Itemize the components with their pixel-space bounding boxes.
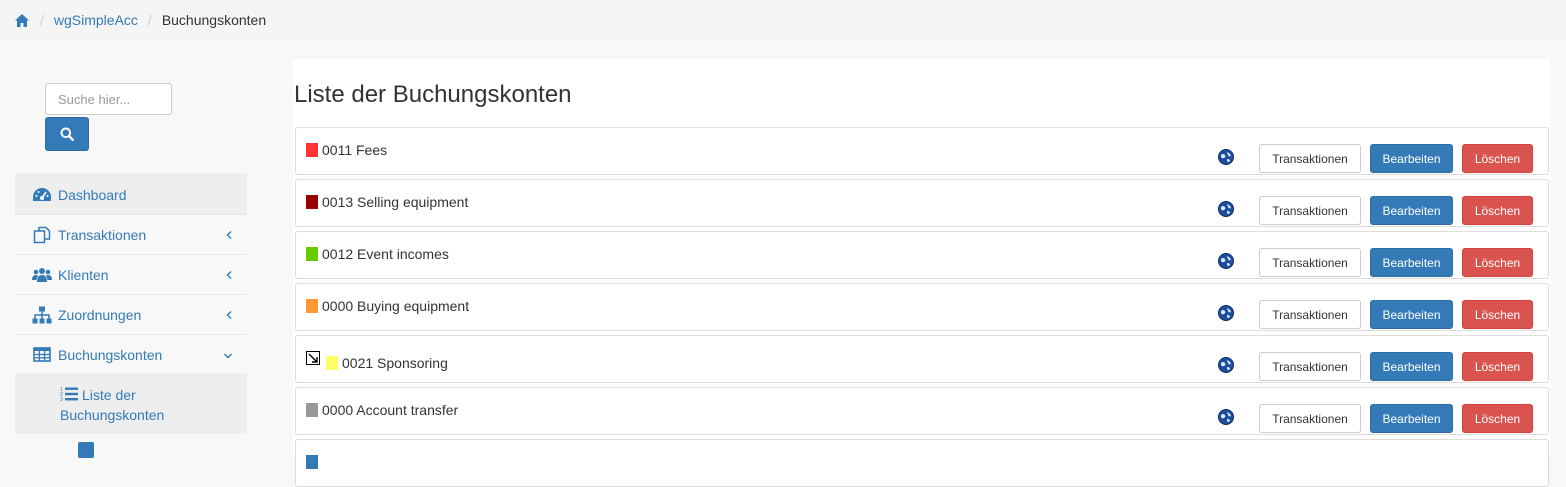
account-color-swatch (306, 195, 318, 209)
plus-square-icon (78, 442, 94, 461)
sidebar-item-zuordnungen[interactable]: Zuordnungen (15, 294, 247, 334)
account-color-swatch (306, 455, 318, 469)
globe-icon[interactable] (1218, 201, 1234, 217)
resize-icon[interactable] (306, 351, 320, 365)
search-icon (60, 127, 74, 141)
svg-text:3: 3 (60, 397, 63, 402)
sidebar-item-dashboard[interactable]: Dashboard (15, 174, 247, 214)
delete-button[interactable]: Löschen (1462, 248, 1533, 277)
sidebar-subitem-partial[interactable] (15, 434, 247, 458)
chevron-down-icon (223, 347, 233, 363)
account-name: 0012 Event incomes (322, 246, 449, 262)
page-title: Liste der Buchungskonten (294, 81, 572, 108)
search-input[interactable] (45, 83, 172, 115)
sidebar-item-label: Transaktionen (58, 226, 147, 243)
account-row (295, 439, 1549, 487)
sidebar-item-label: Dashboard (58, 186, 127, 203)
account-row: 0013 Selling equipment Transaktionen Bea… (295, 179, 1549, 227)
sidebar-nav: Dashboard Transaktionen Klienten Zuordnu… (15, 174, 247, 458)
transactions-button[interactable]: Transaktionen (1259, 404, 1361, 433)
account-name: 0000 Buying equipment (322, 298, 470, 314)
account-row: 0011 Fees Transaktionen Bearbeiten Lösch… (295, 127, 1549, 175)
transactions-button[interactable]: Transaktionen (1259, 352, 1361, 381)
breadcrumb: / wgSimpleAcc / Buchungskonten (0, 0, 1566, 40)
breadcrumb-separator: / (40, 12, 44, 28)
sidebar: Dashboard Transaktionen Klienten Zuordnu… (0, 40, 262, 458)
globe-icon[interactable] (1218, 149, 1234, 165)
globe-icon[interactable] (1218, 409, 1234, 425)
dashboard-icon (32, 186, 52, 204)
globe-icon[interactable] (1218, 305, 1234, 321)
account-name: 0021 Sponsoring (342, 355, 448, 371)
account-color-swatch (306, 143, 318, 157)
sidebar-subitem-label: Liste der (82, 387, 136, 403)
edit-button[interactable]: Bearbeiten (1370, 352, 1453, 381)
delete-button[interactable]: Löschen (1462, 300, 1533, 329)
account-name: 0011 Fees (322, 142, 388, 158)
edit-button[interactable]: Bearbeiten (1370, 300, 1453, 329)
sidebar-item-transaktionen[interactable]: Transaktionen (15, 214, 247, 254)
search-button[interactable] (45, 117, 89, 151)
breadcrumb-separator: / (147, 12, 152, 28)
account-name: 0000 Account transfer (322, 402, 459, 418)
table-icon (32, 346, 52, 364)
delete-button[interactable]: Löschen (1462, 196, 1533, 225)
breadcrumb-link-app[interactable]: wgSimpleAcc (54, 12, 138, 28)
edit-button[interactable]: Bearbeiten (1370, 144, 1453, 173)
copy-icon (32, 226, 52, 244)
transactions-button[interactable]: Transaktionen (1259, 144, 1361, 173)
main-panel: Liste der Buchungskonten 0011 Fees Trans… (293, 59, 1550, 487)
delete-button[interactable]: Löschen (1462, 144, 1533, 173)
sidebar-subitem-label: Buchungskonten (60, 407, 165, 423)
transactions-button[interactable]: Transaktionen (1259, 300, 1361, 329)
sidebar-subitem-liste-der-buchungskonten[interactable]: 123 Liste der Buchungskonten (15, 374, 247, 434)
account-color-swatch (306, 299, 318, 313)
sitemap-icon (32, 306, 52, 324)
delete-button[interactable]: Löschen (1462, 404, 1533, 433)
sidebar-item-label: Buchungskonten (58, 346, 163, 363)
sidebar-item-klienten[interactable]: Klienten (15, 254, 247, 294)
chevron-left-icon (225, 227, 233, 243)
account-name: 0013 Selling equipment (322, 194, 469, 210)
transactions-button[interactable]: Transaktionen (1259, 196, 1361, 225)
chevron-left-icon (225, 267, 233, 283)
account-color-swatch (326, 356, 338, 370)
transactions-button[interactable]: Transaktionen (1259, 248, 1361, 277)
account-color-swatch (306, 247, 318, 261)
edit-button[interactable]: Bearbeiten (1370, 404, 1453, 433)
home-icon[interactable] (14, 13, 30, 28)
edit-button[interactable]: Bearbeiten (1370, 248, 1453, 277)
sidebar-item-label: Zuordnungen (58, 306, 142, 323)
globe-icon[interactable] (1218, 357, 1234, 373)
sidebar-item-label: Klienten (58, 266, 109, 283)
account-row: 0000 Buying equipment Transaktionen Bear… (295, 283, 1549, 331)
globe-icon[interactable] (1218, 253, 1234, 269)
users-icon (32, 266, 52, 284)
delete-button[interactable]: Löschen (1462, 352, 1533, 381)
account-row: 0012 Event incomes Transaktionen Bearbei… (295, 231, 1549, 279)
sidebar-item-buchungskonten[interactable]: Buchungskonten (15, 334, 247, 374)
breadcrumb-current: Buchungskonten (161, 12, 267, 28)
chevron-left-icon (225, 307, 233, 323)
account-color-swatch (306, 403, 318, 417)
account-row: 0021 Sponsoring Transaktionen Bearbeiten… (295, 335, 1549, 383)
list-ol-icon: 123 (60, 386, 78, 405)
account-row: 0000 Account transfer Transaktionen Bear… (295, 387, 1549, 435)
edit-button[interactable]: Bearbeiten (1370, 196, 1453, 225)
